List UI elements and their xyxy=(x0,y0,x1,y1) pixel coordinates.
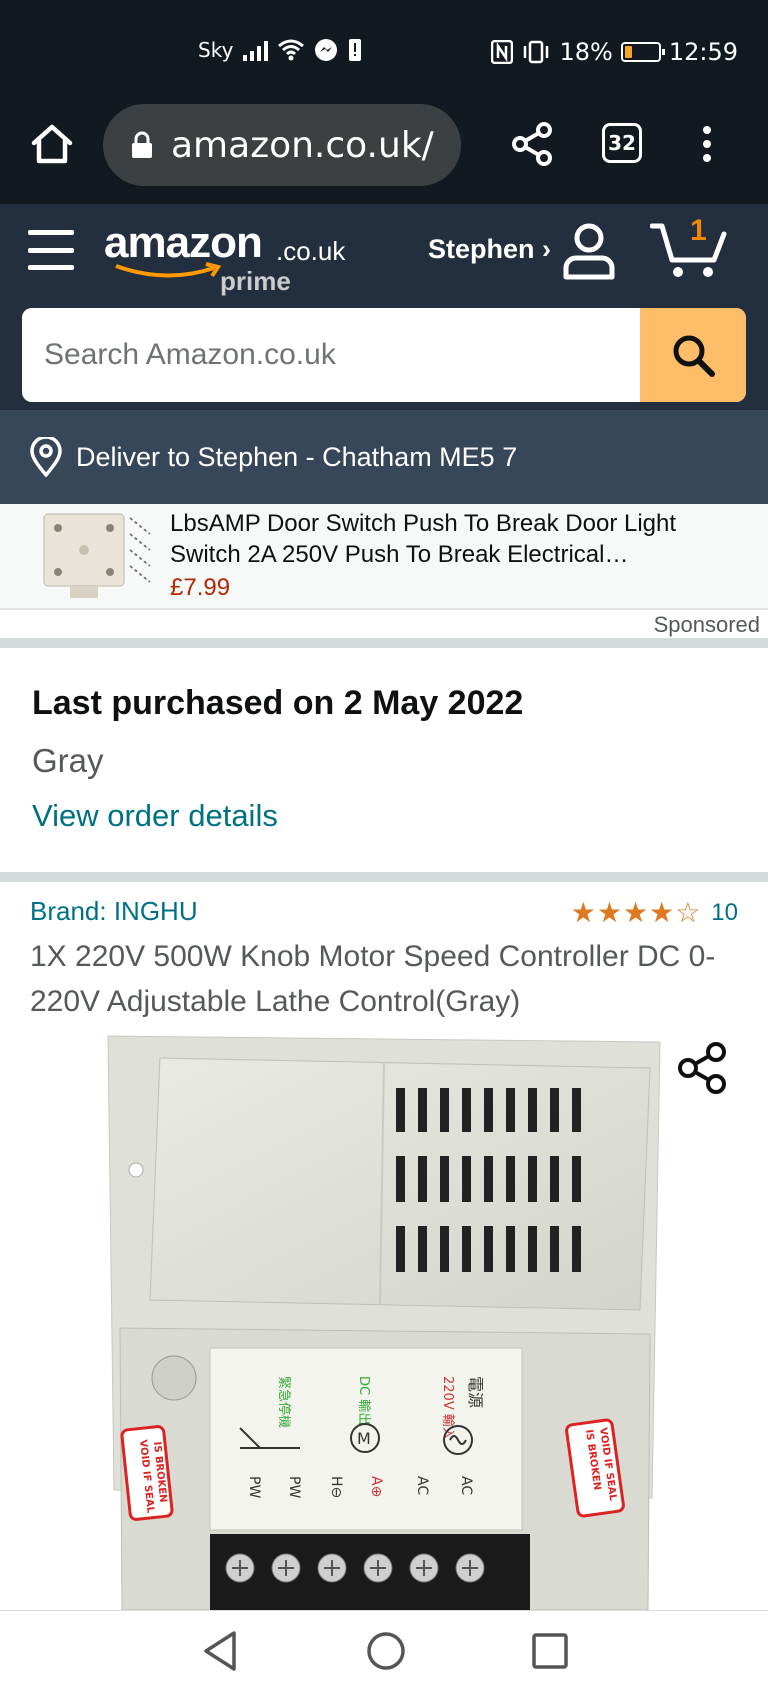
vibrate-icon xyxy=(524,40,549,64)
url-bar[interactable]: amazon.co.uk/ xyxy=(103,104,461,186)
section-divider xyxy=(0,638,768,648)
logo-tld: .co.uk xyxy=(276,236,346,266)
back-icon[interactable] xyxy=(200,1629,240,1673)
search-button[interactable] xyxy=(640,308,746,402)
battery-percent: 18% xyxy=(559,38,613,66)
vent-slots xyxy=(396,1088,581,1272)
home-circle-icon[interactable] xyxy=(364,1629,408,1673)
url-text: amazon.co.uk/ xyxy=(171,124,434,166)
smile-arrow-icon xyxy=(115,262,222,278)
product-title: 1X 220V 500W Knob Motor Speed Controller… xyxy=(30,940,716,1018)
browser-toolbar: amazon.co.uk/ 32 xyxy=(0,104,768,204)
cart-count: 1 xyxy=(690,214,707,247)
search-icon xyxy=(673,335,715,377)
account-name[interactable]: Stephen › xyxy=(428,234,551,265)
share-icon[interactable] xyxy=(676,1040,732,1096)
svg-text:電源: 電源 xyxy=(466,1376,485,1408)
last-purchased-panel: Last purchased on 2 May 2022 Gray View o… xyxy=(0,656,768,872)
svg-text:AC: AC xyxy=(414,1476,430,1495)
svg-text:PW: PW xyxy=(246,1476,262,1498)
sponsored-ad[interactable]: LbsAMP Door Switch Push To Break Door Li… xyxy=(0,504,768,610)
status-left: Sky xyxy=(198,38,362,62)
wifi-icon xyxy=(278,39,305,61)
signal-icon xyxy=(243,39,269,61)
brand-link[interactable]: Brand: INGHU xyxy=(30,896,198,927)
search-bar xyxy=(22,308,746,402)
svg-text:M: M xyxy=(357,1429,371,1448)
svg-text:PW: PW xyxy=(286,1476,302,1498)
home-icon xyxy=(31,124,73,164)
logo-prime: prime xyxy=(220,266,291,296)
logo-wordmark: amazon xyxy=(104,218,263,267)
more-vert-icon[interactable] xyxy=(692,118,722,170)
nfc-icon xyxy=(491,40,514,64)
user-icon[interactable] xyxy=(562,222,616,280)
battery-icon xyxy=(620,42,665,62)
tabs-button[interactable]: 32 xyxy=(602,123,642,163)
messenger-icon xyxy=(315,39,338,61)
rating-summary[interactable]: ★★★★☆ 10 xyxy=(571,896,738,929)
share-icon[interactable] xyxy=(506,118,558,170)
star-rating-icon: ★★★★☆ xyxy=(570,896,702,929)
svg-text:H⊖: H⊖ xyxy=(328,1476,344,1498)
carrier-label: Sky xyxy=(198,38,234,62)
deliver-to-bar[interactable]: Deliver to Stephen - Chatham ME5 7 xyxy=(0,410,768,504)
ad-title[interactable]: LbsAMP Door Switch Push To Break Door Li… xyxy=(170,508,730,570)
alert-icon xyxy=(349,39,362,61)
sponsored-label[interactable]: Sponsored xyxy=(654,612,760,638)
lock-icon xyxy=(132,131,152,158)
svg-text:AC: AC xyxy=(458,1476,474,1495)
svg-text:DC 輸出: DC 輸出 xyxy=(356,1376,371,1425)
recents-icon[interactable] xyxy=(530,1631,570,1671)
search-input[interactable] xyxy=(22,308,642,402)
system-status-bar: Sky 18% 12:59 xyxy=(0,0,768,104)
void-seal-left: VOID IF SEAL IS BROKEN xyxy=(120,1425,174,1521)
android-nav-bar xyxy=(0,1610,768,1690)
browser-home-button[interactable] xyxy=(26,118,78,170)
ad-price: £7.99 xyxy=(170,574,231,601)
svg-text:緊急停機: 緊急停機 xyxy=(276,1376,292,1428)
amazon-header: amazon .co.uk prime Stephen › 1 xyxy=(0,204,768,410)
ad-product-image xyxy=(43,513,151,598)
section-divider xyxy=(0,872,768,882)
svg-text:A⊕: A⊕ xyxy=(368,1476,384,1497)
deliver-to-text: Deliver to Stephen - Chatham ME5 7 xyxy=(76,441,518,472)
last-purchased-title: Last purchased on 2 May 2022 xyxy=(32,684,524,722)
amazon-logo[interactable]: amazon .co.uk prime xyxy=(104,218,364,298)
purchased-variant: Gray xyxy=(32,742,104,779)
hamburger-menu-icon[interactable] xyxy=(28,230,74,270)
product-image[interactable]: 電源 220V 輸入 DC 輸出 緊急停機 M PW PW H⊖ A⊕ AC A… xyxy=(100,1028,670,1610)
status-right: 18% 12:59 xyxy=(491,38,738,66)
clock: 12:59 xyxy=(668,38,738,66)
view-order-details-link[interactable]: View order details xyxy=(32,798,278,834)
rating-count: 10 xyxy=(711,898,738,926)
location-pin-icon xyxy=(30,437,62,477)
